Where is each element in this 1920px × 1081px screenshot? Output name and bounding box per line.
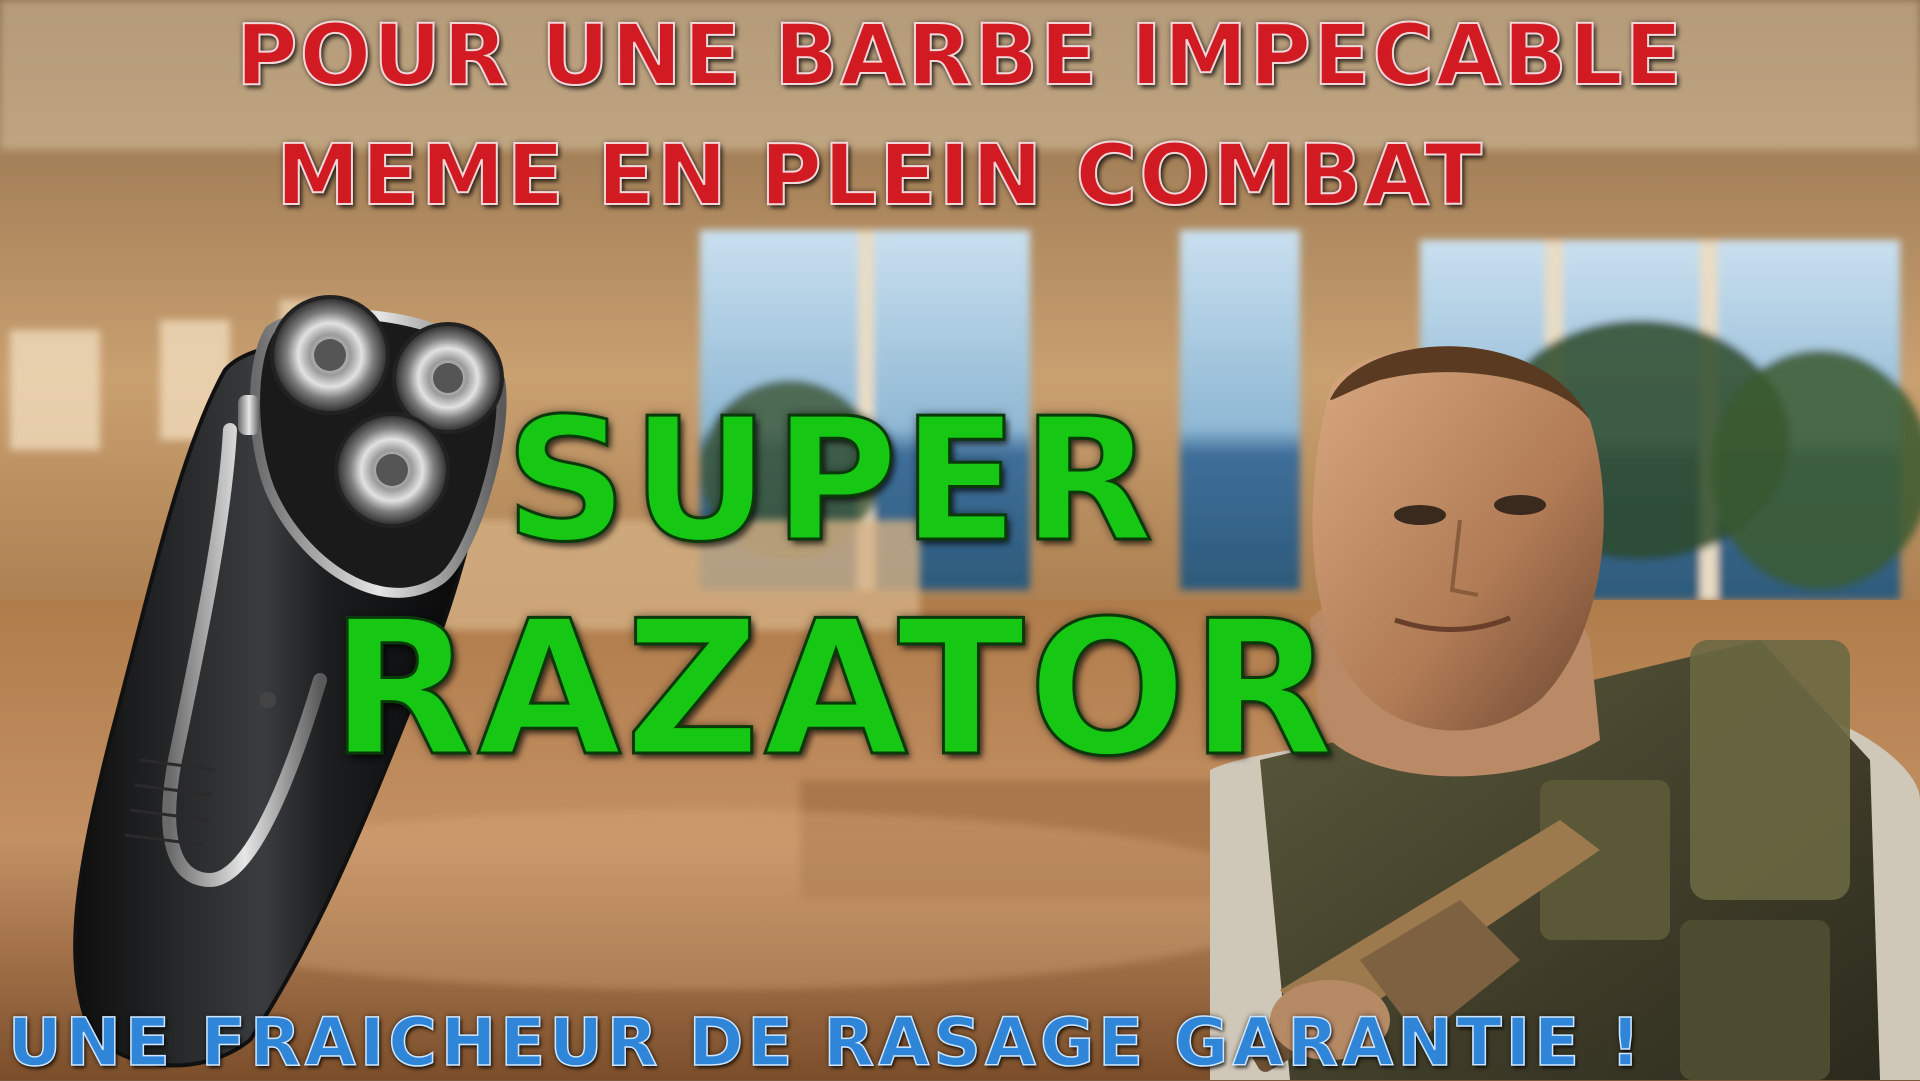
headline-line-1: POUR UNE BARBE IMPECABLE — [235, 5, 1684, 105]
product-name-line-2: RAZATOR — [329, 579, 1338, 799]
product-name-line-1: SUPER — [503, 381, 1158, 582]
headline-line-2: MEME EN PLEIN COMBAT — [275, 125, 1484, 225]
tagline: UNE FRAICHEUR DE RASAGE GARANTIE ! — [7, 1003, 1645, 1081]
